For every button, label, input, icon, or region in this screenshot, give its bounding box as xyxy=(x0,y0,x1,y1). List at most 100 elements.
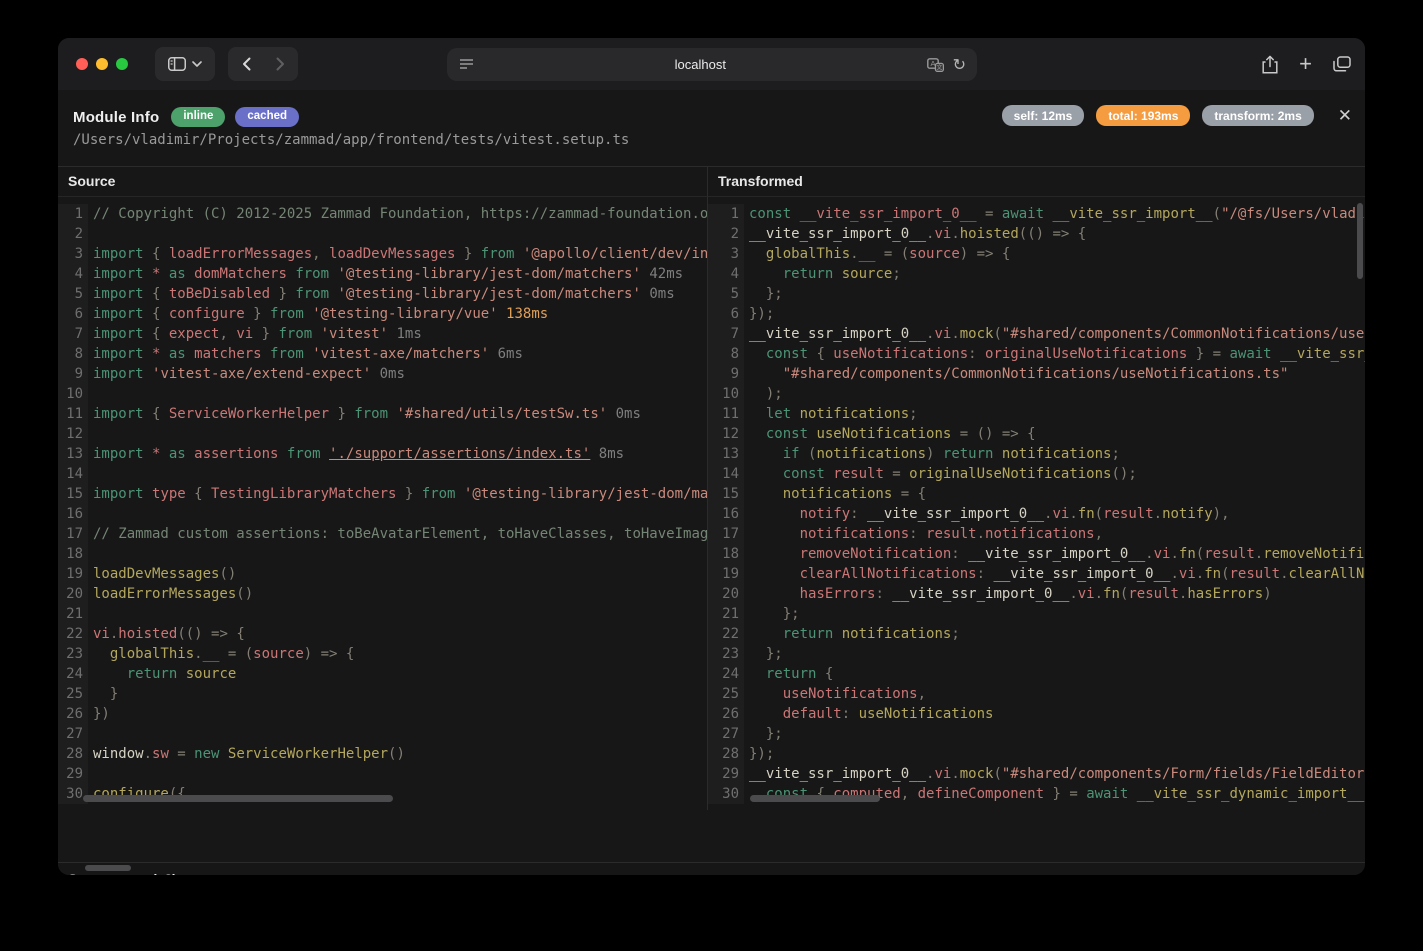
close-icon[interactable]: ✕ xyxy=(1338,107,1352,124)
share-icon[interactable] xyxy=(1262,55,1278,74)
code-token: { xyxy=(152,286,169,302)
code-token: . xyxy=(194,646,202,662)
close-window-button[interactable] xyxy=(76,58,88,70)
minimize-window-button[interactable] xyxy=(96,58,108,70)
line-text: window.sw = new ServiceWorkerHelper() xyxy=(88,744,405,764)
code-token: ; xyxy=(951,626,959,642)
tab-overview-icon[interactable] xyxy=(1333,56,1351,72)
line-text: __vite_ssr_import_0__.vi.hoisted(() => { xyxy=(744,224,1086,244)
code-token: 'vitest-axe/matchers' xyxy=(312,346,489,362)
line-text: let notifications; xyxy=(744,404,918,424)
code-token: 'vitest-axe/extend-expect' xyxy=(152,366,371,382)
code-token: . xyxy=(951,326,959,342)
code-token: default xyxy=(783,706,842,722)
code-token: { xyxy=(152,306,169,322)
line-text: const { useNotifications: originalUseNot… xyxy=(744,344,1365,364)
code-line: 19 clearAllNotifications: __vite_ssr_imp… xyxy=(708,564,1365,584)
code-line: 24 return { xyxy=(708,664,1365,684)
code-token: source xyxy=(186,666,237,682)
code-token: __vite_ssr_import_0__ xyxy=(749,226,926,242)
code-token: () xyxy=(219,566,236,582)
code-token: ; xyxy=(909,406,917,422)
source-horizontal-scrollbar[interactable] xyxy=(83,795,393,802)
source-code[interactable]: 1// Copyright (C) 2012-2025 Zammad Found… xyxy=(58,197,707,804)
address-bar[interactable]: localhost A文 ↻ xyxy=(447,48,977,81)
cached-badge: cached xyxy=(235,107,299,127)
code-line: 20loadErrorMessages() xyxy=(58,584,707,604)
code-token: (() => { xyxy=(177,626,244,642)
code-token: from xyxy=(422,486,464,502)
code-line: 11 let notifications; xyxy=(708,404,1365,424)
line-text: clearAllNotifications: __vite_ssr_import… xyxy=(744,564,1365,584)
code-line: 2 xyxy=(58,224,707,244)
code-token: const xyxy=(766,346,817,362)
zoom-window-button[interactable] xyxy=(116,58,128,70)
line-number: 3 xyxy=(708,244,744,264)
code-token: vi xyxy=(934,326,951,342)
code-token: '#shared/utils/testSw.ts' xyxy=(396,406,607,422)
sidebar-toggle-button[interactable] xyxy=(155,47,215,81)
code-token: ; xyxy=(892,266,900,282)
line-number: 29 xyxy=(708,764,744,784)
code-token: 0ms xyxy=(607,406,641,422)
transformed-code[interactable]: 1const __vite_ssr_import_0__ = await __v… xyxy=(708,197,1365,804)
code-token: , xyxy=(312,246,329,262)
code-token: = xyxy=(884,466,909,482)
source-panel-title: Source xyxy=(58,166,707,197)
code-token: return xyxy=(127,666,186,682)
line-number: 26 xyxy=(708,704,744,724)
reader-icon[interactable] xyxy=(447,58,474,71)
code-token: "#shared/components/Form/fields/FieldEdi… xyxy=(1002,766,1365,782)
code-token: __vite_ssr_import__ xyxy=(1052,206,1212,222)
code-token: = xyxy=(169,746,194,762)
code-token: configure xyxy=(169,306,245,322)
line-text xyxy=(88,724,93,744)
code-token: } xyxy=(93,686,118,702)
line-number: 21 xyxy=(58,604,88,624)
code-token: __vite_ssr_dynamic_import__ xyxy=(1280,346,1365,362)
line-number: 14 xyxy=(708,464,744,484)
code-line: 22 return notifications; xyxy=(708,624,1365,644)
code-token: : xyxy=(968,346,985,362)
code-line: 21 }; xyxy=(708,604,1365,624)
code-token: }); xyxy=(749,306,774,322)
forward-button[interactable] xyxy=(263,47,297,81)
line-number: 17 xyxy=(58,524,88,544)
back-button[interactable] xyxy=(229,47,263,81)
code-line: 8import * as matchers from 'vitest-axe/m… xyxy=(58,344,707,364)
code-token: let xyxy=(766,406,800,422)
reload-icon[interactable]: ↻ xyxy=(953,55,966,74)
transformed-horizontal-scrollbar[interactable] xyxy=(750,795,880,802)
code-line: 21 xyxy=(58,604,707,624)
line-number: 11 xyxy=(708,404,744,424)
code-token: result xyxy=(1128,586,1179,602)
code-token: vi xyxy=(236,326,253,342)
line-text xyxy=(88,424,93,444)
new-tab-button[interactable]: + xyxy=(1299,53,1312,75)
line-text: return notifications; xyxy=(744,624,960,644)
code-token: const xyxy=(783,466,834,482)
code-line: 13import * as assertions from './support… xyxy=(58,444,707,464)
line-text: "#shared/components/CommonNotifications/… xyxy=(744,364,1288,384)
code-token: = { xyxy=(892,486,926,502)
code-token: __vite_ssr_dynamic_import__ xyxy=(1137,786,1365,802)
module-link[interactable]: './support/assertions/index.ts' xyxy=(329,446,590,462)
code-token: . xyxy=(144,746,152,762)
line-text xyxy=(88,504,93,524)
sourcemap-horizontal-scrollbar[interactable] xyxy=(85,865,131,871)
code-token xyxy=(749,246,766,262)
line-number: 10 xyxy=(58,384,88,404)
line-number: 10 xyxy=(708,384,744,404)
code-token: 1ms xyxy=(388,326,422,342)
code-line: 26 default: useNotifications xyxy=(708,704,1365,724)
line-number: 29 xyxy=(58,764,88,784)
transformed-vertical-scrollbar[interactable] xyxy=(1357,203,1363,279)
line-number: 30 xyxy=(708,784,744,804)
page-title: Module Info xyxy=(73,109,159,126)
code-token: result xyxy=(833,466,884,482)
code-line: 27 }; xyxy=(708,724,1365,744)
code-token: useNotifications xyxy=(816,426,951,442)
code-token xyxy=(749,486,783,502)
translate-icon[interactable]: A文 xyxy=(927,58,944,72)
code-token: loadErrorMessages xyxy=(169,246,312,262)
